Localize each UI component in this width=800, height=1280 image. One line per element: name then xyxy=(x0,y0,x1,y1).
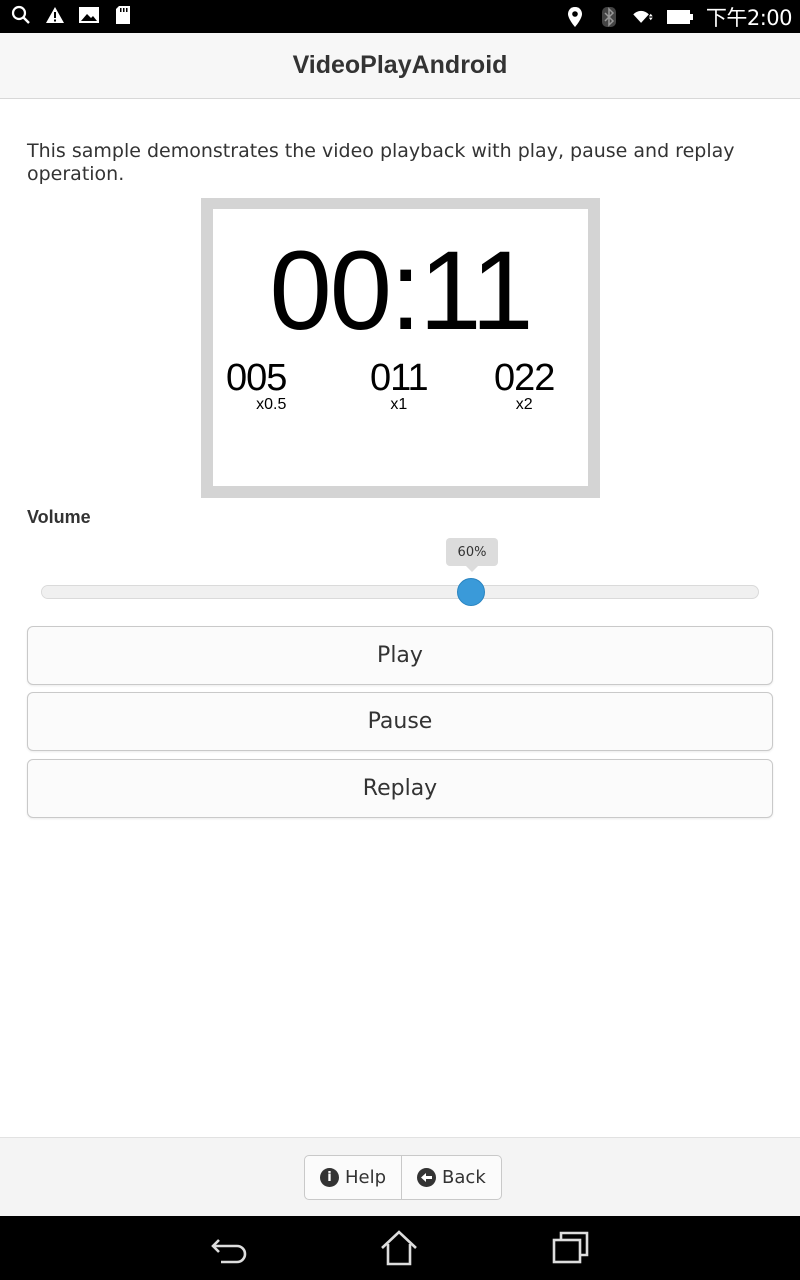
arrow-left-icon xyxy=(417,1168,437,1187)
bluetooth-icon xyxy=(598,6,620,28)
info-icon: i xyxy=(320,1168,339,1187)
footer-button-group: i Help Back xyxy=(304,1155,502,1200)
help-label: Help xyxy=(345,1167,387,1188)
status-bar: 下午2:00 xyxy=(0,0,800,33)
home-nav-icon[interactable] xyxy=(379,1228,419,1268)
battery-icon xyxy=(666,6,694,28)
speed-counter-half: 005 x0.5 xyxy=(226,357,287,413)
sd-card-icon xyxy=(112,4,134,26)
speed-counter-normal: 011 x1 xyxy=(370,357,429,413)
video-screen: 00:11 005 x0.5 011 x1 022 x2 xyxy=(213,209,588,486)
warning-icon xyxy=(44,4,66,26)
wifi-icon xyxy=(632,6,654,28)
page-footer: i Help Back xyxy=(0,1137,800,1216)
recents-nav-icon[interactable] xyxy=(551,1228,591,1268)
play-button[interactable]: Play xyxy=(27,626,773,685)
speed-counter-double: 022 x2 xyxy=(494,357,555,413)
volume-slider-track[interactable] xyxy=(41,585,759,599)
description-text: This sample demonstrates the video playb… xyxy=(27,140,735,185)
location-icon xyxy=(564,6,586,28)
volume-slider-thumb[interactable] xyxy=(457,578,485,606)
system-nav-bar xyxy=(0,1216,800,1280)
status-time: 下午2:00 xyxy=(705,6,793,30)
volume-slider-fill xyxy=(42,586,472,598)
speed-value: 011 xyxy=(370,357,429,399)
speed-multiplier: x2 xyxy=(515,396,533,413)
search-icon xyxy=(10,4,32,26)
speed-multiplier: x1 xyxy=(390,396,408,413)
image-icon xyxy=(78,4,100,26)
back-nav-icon[interactable] xyxy=(209,1228,249,1268)
volume-label: Volume xyxy=(27,507,91,527)
video-timer: 00:11 xyxy=(269,228,534,353)
video-player[interactable]: 00:11 005 x0.5 011 x1 022 x2 xyxy=(201,198,600,498)
page-title: VideoPlayAndroid xyxy=(292,51,508,79)
speed-value: 005 xyxy=(226,357,287,399)
pause-button[interactable]: Pause xyxy=(27,692,773,751)
help-button[interactable]: i Help xyxy=(305,1156,401,1199)
page-header: VideoPlayAndroid xyxy=(0,33,800,99)
replay-button[interactable]: Replay xyxy=(27,759,773,818)
speed-value: 022 xyxy=(494,357,555,399)
volume-tooltip: 60% xyxy=(446,538,498,572)
speed-multiplier: x0.5 xyxy=(256,396,287,413)
back-label: Back xyxy=(442,1167,486,1188)
back-button[interactable]: Back xyxy=(401,1156,501,1199)
